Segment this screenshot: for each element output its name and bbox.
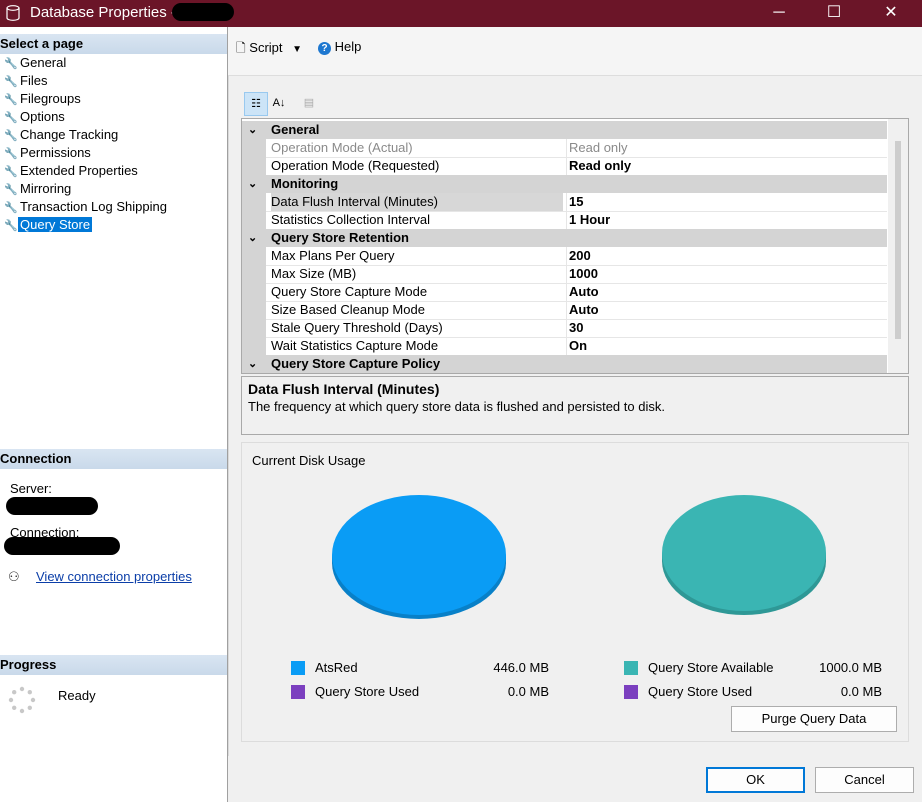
wrench-icon: 🔧 [4, 166, 18, 178]
page-item-change-tracking[interactable]: 🔧 Change Tracking [0, 126, 227, 144]
pie-slice-atsred [332, 495, 506, 615]
wrench-icon: 🔧 [4, 58, 18, 70]
wrench-icon: 🔧 [4, 130, 18, 142]
database-icon [6, 5, 20, 21]
description-pane: Data Flush Interval (Minutes) The freque… [241, 376, 909, 435]
wrench-icon: 🔧 [4, 202, 18, 214]
legend-item: Query Store Available 1000.0 MB [624, 660, 884, 676]
maximize-button[interactable]: ☐ [811, 0, 857, 27]
disk-usage-panel: Current Disk Usage AtsRed 446.0 MB Query… [241, 442, 909, 742]
property-row[interactable]: Data Flush Interval (Minutes) 15 [242, 193, 887, 212]
property-row[interactable]: Statistics Collection Interval 1 Hour [242, 211, 887, 230]
progress-header: Progress [0, 655, 227, 675]
property-row[interactable]: Wait Statistics Capture Mode On [242, 337, 887, 356]
page-item-general[interactable]: 🔧 General [0, 54, 227, 72]
connection-header: Connection [0, 449, 227, 469]
collapse-chevron-icon[interactable]: ⌄ [248, 121, 257, 139]
collapse-chevron-icon[interactable]: ⌄ [248, 175, 257, 193]
category-query-store-retention[interactable]: ⌄ Query Store Retention [242, 229, 887, 247]
alphabetical-sort-icon[interactable]: A↓ [268, 92, 290, 114]
page-item-filegroups[interactable]: 🔧 Filegroups [0, 90, 227, 108]
script-button[interactable]: 🗋 Script ▼ [236, 39, 302, 60]
description-text: The frequency at which query store data … [248, 399, 665, 414]
wrench-icon: 🔧 [4, 76, 18, 88]
category-query-store-capture-policy[interactable]: ⌄ Query Store Capture Policy [242, 355, 887, 373]
page-item-mirroring[interactable]: 🔧 Mirroring [0, 180, 227, 198]
page-list: 🔧 General 🔧 Files 🔧 Filegroups 🔧 Options 🔧 Ch… [0, 54, 227, 234]
title-bar: Database Properties - ─ ☐ ✕ [0, 0, 922, 27]
property-pages-icon[interactable]: ▤ [298, 92, 320, 114]
wrench-icon: 🔧 [4, 94, 18, 106]
legend-swatch [291, 661, 305, 675]
legend-item: Query Store Used 0.0 MB [624, 684, 884, 700]
wrench-icon: 🔧 [4, 220, 18, 232]
redacted-connection-name [4, 537, 120, 555]
wrench-icon: 🔧 [4, 184, 18, 196]
server-label: Server: [10, 481, 52, 496]
page-item-permissions[interactable]: 🔧 Permissions [0, 144, 227, 162]
toolbar: 🗋 Script ▼ ? Help [228, 27, 922, 76]
legend-item: AtsRed 446.0 MB [291, 660, 551, 676]
property-row[interactable]: Operation Mode (Actual) Read only [242, 139, 887, 158]
disk-usage-header: Current Disk Usage [252, 453, 366, 468]
legend-swatch [291, 685, 305, 699]
select-page-header: Select a page [0, 34, 227, 54]
minimize-button[interactable]: ─ [756, 0, 802, 27]
redacted-database-name [172, 3, 234, 21]
connection-properties-icon: ⚇ [8, 569, 20, 584]
property-row[interactable]: Stale Query Threshold (Days) 30 [242, 319, 887, 338]
close-button[interactable]: ✕ [868, 0, 914, 27]
progress-status: Ready [58, 688, 96, 703]
redacted-server-name [6, 497, 98, 515]
window-title: Database Properties - [30, 4, 176, 21]
purge-query-data-button[interactable]: Purge Query Data [731, 706, 897, 732]
page-item-extended-properties[interactable]: 🔧 Extended Properties [0, 162, 227, 180]
description-title: Data Flush Interval (Minutes) [248, 381, 440, 397]
property-row[interactable]: Query Store Capture Mode Auto [242, 283, 887, 302]
wrench-icon: 🔧 [4, 112, 18, 124]
legend-swatch [624, 661, 638, 675]
property-grid-scrollbar[interactable] [888, 119, 908, 373]
help-icon: ? [318, 42, 331, 55]
dropdown-arrow-icon: ▼ [292, 44, 303, 55]
view-connection-properties-link[interactable]: View connection properties [36, 569, 192, 584]
database-usage-pie [332, 495, 506, 619]
categorized-view-icon[interactable]: ☷ [244, 92, 268, 116]
scrollbar-thumb[interactable] [895, 141, 901, 339]
page-item-options[interactable]: 🔧 Options [0, 108, 227, 126]
progress-spinner-icon [8, 686, 36, 714]
page-item-query-store[interactable]: 🔧 Query Store [0, 216, 227, 234]
page-item-files[interactable]: 🔧 Files [0, 72, 227, 90]
legend-swatch [624, 685, 638, 699]
property-row[interactable]: Max Plans Per Query 200 [242, 247, 887, 266]
ok-button[interactable]: OK [706, 767, 805, 793]
pie-slice-query-store-available [662, 495, 826, 611]
legend-item: Query Store Used 0.0 MB [291, 684, 551, 700]
script-icon: 🗋 [236, 41, 246, 55]
property-grid: ⌄ General Operation Mode (Actual) Read onl… [241, 118, 909, 374]
wrench-icon: 🔧 [4, 148, 18, 160]
left-pane: Select a page 🔧 General 🔧 Files 🔧 Filegroup… [0, 27, 228, 802]
property-row[interactable]: Max Size (MB) 1000 [242, 265, 887, 284]
category-general[interactable]: ⌄ General [242, 121, 887, 139]
collapse-chevron-icon[interactable]: ⌄ [248, 229, 257, 247]
property-row[interactable]: Size Based Cleanup Mode Auto [242, 301, 887, 320]
collapse-chevron-icon[interactable]: ⌄ [248, 355, 257, 373]
page-item-transaction-log-shipping[interactable]: 🔧 Transaction Log Shipping [0, 198, 227, 216]
query-store-usage-pie [662, 495, 826, 615]
help-button[interactable]: ? Help [318, 39, 361, 55]
property-row[interactable]: Operation Mode (Requested) Read only [242, 157, 887, 176]
category-monitoring[interactable]: ⌄ Monitoring [242, 175, 887, 193]
cancel-button[interactable]: Cancel [815, 767, 914, 793]
